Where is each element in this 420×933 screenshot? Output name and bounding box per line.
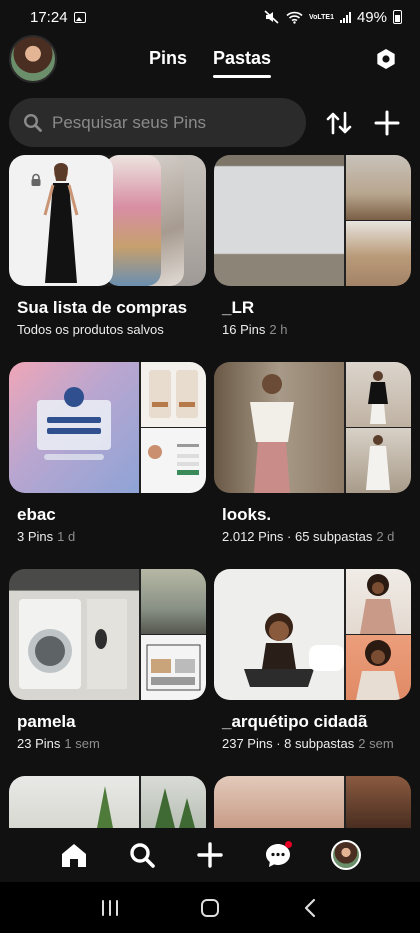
board-image-main [9, 776, 139, 828]
board-image-small [141, 362, 206, 427]
notification-dot [285, 841, 292, 848]
battery-percent: 49% [356, 8, 387, 26]
signal-icon [339, 11, 351, 23]
board-image-small [346, 362, 411, 427]
board-meta: 237 Pins · 8 subpastas 2 sem [214, 736, 411, 751]
board-meta: 3 Pins 1 d [9, 529, 206, 544]
board-pin-count: 2.012 Pins · 65 subpastas [222, 529, 373, 544]
nav-search[interactable] [127, 840, 157, 870]
board-age: 2 h [269, 322, 288, 337]
board-image-small [346, 776, 411, 828]
nav-create[interactable] [195, 840, 225, 870]
search-icon [130, 843, 155, 868]
board-image-small [346, 635, 411, 700]
back-button[interactable] [295, 896, 325, 920]
lock-icon [31, 173, 41, 186]
board-card[interactable] [9, 776, 206, 828]
board-meta: 16 Pins 2 h [214, 322, 411, 337]
board-image-main [214, 569, 344, 700]
board-card[interactable]: _LR 16 Pins 2 h [214, 155, 411, 337]
add-icon[interactable] [374, 110, 400, 136]
search-input[interactable]: Pesquisar seus Pins [9, 98, 306, 147]
back-icon [304, 898, 316, 917]
wifi-icon [286, 11, 303, 24]
bottom-nav [0, 828, 420, 882]
volte-label: VoLTE1 [308, 13, 334, 21]
home-icon [62, 844, 86, 867]
system-nav [0, 882, 420, 933]
dress-image [9, 155, 113, 286]
board-cover [9, 569, 206, 700]
board-meta: 2.012 Pins · 65 subpastas 2 d [214, 529, 411, 544]
status-bar: 17:24 VoLTE1 49% [0, 0, 420, 34]
board-age: 1 d [57, 529, 76, 544]
board-cover [214, 155, 411, 286]
nav-profile[interactable] [331, 840, 361, 870]
board-cover [9, 155, 206, 286]
board-image-main [214, 776, 344, 828]
board-image-small [346, 155, 411, 220]
board-cover [9, 362, 206, 493]
plus-icon [197, 842, 223, 868]
board-age: 1 sem [64, 736, 100, 751]
board-image-small [346, 428, 411, 493]
board-image-main [9, 569, 139, 700]
board-pin-count: Todos os produtos salvos [17, 322, 164, 337]
avatar [331, 840, 361, 870]
recents-icon [102, 899, 118, 916]
board-age: 2 d [376, 529, 395, 544]
board-image-small [141, 776, 206, 828]
board-pin-count: 23 Pins [17, 736, 61, 751]
battery-icon [393, 10, 402, 24]
board-cover [214, 776, 411, 828]
sort-icon[interactable] [325, 110, 353, 136]
board-image-main [214, 155, 344, 286]
board-cover [214, 362, 411, 493]
board-title: ebac [17, 505, 56, 524]
nav-messages[interactable] [263, 840, 293, 870]
board-cover [9, 776, 206, 828]
board-image-small [141, 635, 206, 700]
board-cover [214, 569, 411, 700]
board-title: _LR [222, 298, 255, 317]
home-button[interactable] [195, 896, 225, 920]
board-card[interactable]: pamela 23 Pins 1 sem [9, 569, 206, 751]
board-age: 2 sem [358, 736, 394, 751]
profile-tabs: Pins Pastas [0, 48, 420, 78]
board-card[interactable]: ebac 3 Pins 1 d [9, 362, 206, 544]
recent-apps-button[interactable] [95, 896, 125, 920]
mute-icon [264, 10, 279, 24]
board-image-small [141, 428, 206, 493]
nav-home[interactable] [59, 840, 89, 870]
status-time: 17:24 [30, 8, 68, 26]
home-square-icon [201, 898, 219, 917]
search-placeholder: Pesquisar seus Pins [52, 112, 207, 132]
board-card[interactable]: _arquétipo cidadã 237 Pins · 8 subpastas… [214, 569, 411, 751]
board-title: pamela [17, 712, 76, 731]
board-title: Sua lista de compras [17, 298, 188, 317]
board-card[interactable] [214, 776, 411, 828]
gear-icon[interactable] [374, 47, 398, 71]
board-pin-count: 16 Pins [222, 322, 266, 337]
board-card[interactable]: Sua lista de compras Todos os produtos s… [9, 155, 206, 337]
board-image-small [346, 221, 411, 286]
board-card[interactable]: looks. 2.012 Pins · 65 subpastas 2 d [214, 362, 411, 544]
board-pin-count: 237 Pins · 8 subpastas [222, 736, 355, 751]
board-image-main [9, 362, 139, 493]
board-image-small [346, 569, 411, 634]
board-meta: Todos os produtos salvos [9, 322, 206, 337]
stack-image [105, 155, 161, 286]
search-icon [23, 113, 42, 132]
board-title: looks. [222, 505, 272, 524]
board-image-small [141, 569, 206, 634]
board-meta: 23 Pins 1 sem [9, 736, 206, 751]
tab-pastas[interactable]: Pastas [212, 48, 272, 78]
tab-pins[interactable]: Pins [149, 48, 187, 78]
board-image-main [214, 362, 344, 493]
gallery-icon [73, 11, 86, 23]
board-pin-count: 3 Pins [17, 529, 54, 544]
board-title: _arquétipo cidadã [222, 712, 368, 731]
